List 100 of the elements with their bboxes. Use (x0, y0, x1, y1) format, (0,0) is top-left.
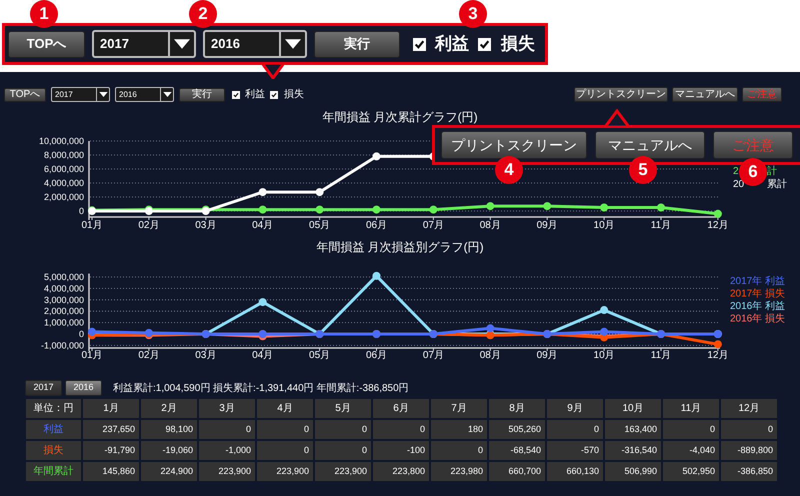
column-header: 1月 (83, 399, 139, 418)
callout-button[interactable]: プリントスクリーン (441, 131, 587, 159)
column-header: 10月 (605, 399, 661, 418)
x-axis-label: 07月 (422, 220, 444, 231)
column-header: 3月 (199, 399, 255, 418)
row-label: 年間累計 (26, 462, 81, 481)
table-cell: 224,900 (141, 462, 197, 481)
x-axis-label: 09月 (536, 220, 558, 231)
checkbox[interactable] (270, 90, 278, 98)
run-button[interactable]: 実行 (179, 88, 225, 102)
table-cell: 505,260 (489, 420, 545, 439)
header-button[interactable]: プリントスクリーン (574, 87, 668, 102)
year-select[interactable]: 2017 (92, 30, 196, 58)
data-point (486, 202, 494, 210)
legend-text: 2017年 利益 (730, 276, 786, 287)
x-axis-label: 05月 (309, 220, 330, 231)
column-header: 5月 (315, 399, 371, 418)
table-cell: 660,700 (489, 462, 545, 481)
table-cell: -889,800 (721, 441, 777, 460)
y-axis-label: 1,000,000 (44, 318, 84, 328)
caret-icon (162, 92, 172, 97)
y-axis-label: 10,000,000 (38, 136, 84, 146)
data-point (258, 188, 267, 196)
data-point (600, 306, 608, 314)
data-point (372, 152, 380, 160)
table-cell: 223,900 (257, 462, 313, 481)
table-cell: 0 (257, 441, 313, 460)
legend-text: 2017年 損失 (730, 288, 786, 300)
x-axis-label: 08月 (480, 220, 501, 231)
x-axis-label: 03月 (195, 220, 216, 231)
checkbox-label: 損失 (501, 33, 535, 56)
callout-button[interactable]: マニュアルへ (595, 131, 705, 159)
x-axis-label: 04月 (252, 220, 274, 231)
x-axis-label: 03月 (195, 350, 216, 360)
table-cell: -91,790 (83, 441, 139, 460)
legend-text: 2016年 利益 (730, 301, 786, 312)
table-cell: 0 (547, 420, 603, 439)
column-header: 6月 (373, 399, 429, 418)
x-axis-label: 07月 (422, 350, 444, 360)
table-cell: 0 (315, 420, 371, 439)
column-header: 8月 (489, 399, 545, 418)
y-axis-label: 4,000,000 (44, 178, 84, 188)
table-cell: -100 (373, 441, 429, 460)
y-axis-label: -1,000,000 (40, 340, 84, 350)
data-point (316, 188, 324, 196)
table-cell: 0 (431, 441, 487, 460)
y-axis-label: 8,000,000 (44, 150, 84, 160)
table-cell: 0 (315, 441, 371, 460)
year-select[interactable]: 2017 (51, 87, 110, 102)
year-tab[interactable]: 2016 (65, 380, 102, 396)
caret-icon (98, 92, 108, 97)
table-cell: -19,060 (141, 441, 197, 460)
data-point (258, 206, 267, 214)
x-axis-label: 01月 (81, 350, 103, 360)
checkbox[interactable] (413, 38, 426, 50)
table-cell: 223,980 (431, 462, 487, 481)
year-select[interactable]: 2016 (115, 87, 174, 102)
run-button[interactable]: 実行 (314, 30, 400, 58)
table-cell: 223,900 (199, 462, 255, 481)
year-tab[interactable]: 2017 (25, 380, 62, 396)
table-cell: 506,990 (605, 462, 661, 481)
y-axis-label: 2,000,000 (44, 192, 84, 202)
table-cell: 237,650 (83, 420, 139, 439)
table-cell: 98,100 (141, 420, 197, 439)
table-cell: -4,040 (663, 441, 719, 460)
x-axis-label: 05月 (309, 350, 330, 360)
x-axis-label: 08月 (480, 350, 501, 360)
y-axis-label: 4,000,000 (44, 283, 84, 294)
top-button[interactable]: TOPへ (4, 88, 46, 102)
legend-text: 20 (733, 179, 744, 190)
top-button[interactable]: TOPへ (8, 30, 85, 58)
x-axis-label: 01月 (81, 220, 103, 231)
table-cell: 145,860 (83, 462, 139, 481)
row-label: 利益 (26, 420, 81, 439)
checkbox[interactable] (478, 38, 491, 50)
column-header: 2月 (141, 399, 197, 418)
y-axis-label: 2,000,000 (44, 306, 84, 316)
header-button[interactable]: マニュアルへ (672, 87, 738, 102)
data-point (714, 210, 722, 218)
x-axis-label: 12月 (707, 350, 728, 360)
data-point (372, 272, 380, 280)
chart-title: 年間損益 月次損益別グラフ(円) (316, 240, 484, 254)
table-cell: 223,800 (373, 462, 429, 481)
data-point (714, 340, 722, 348)
summary-text: 利益累計:1,004,590円 損失累計:-1,391,440円 年間累計:-386,850円 (113, 382, 409, 396)
table-cell: 0 (199, 420, 255, 439)
table-cell: -386,850 (721, 462, 777, 481)
caret-icon (285, 39, 301, 49)
y-axis-label: 0 (78, 329, 84, 339)
data-point (316, 206, 324, 214)
table-cell: 0 (257, 420, 313, 439)
x-axis-label: 06月 (366, 350, 388, 360)
x-axis-label: 12月 (707, 220, 728, 231)
year-select[interactable]: 2016 (203, 30, 307, 58)
data-point (543, 202, 552, 210)
checkbox[interactable] (232, 90, 240, 98)
data-point (486, 324, 494, 332)
table-cell: 0 (373, 420, 429, 439)
legend-text: 累計 (767, 179, 787, 190)
row-label: 損失 (26, 441, 81, 460)
